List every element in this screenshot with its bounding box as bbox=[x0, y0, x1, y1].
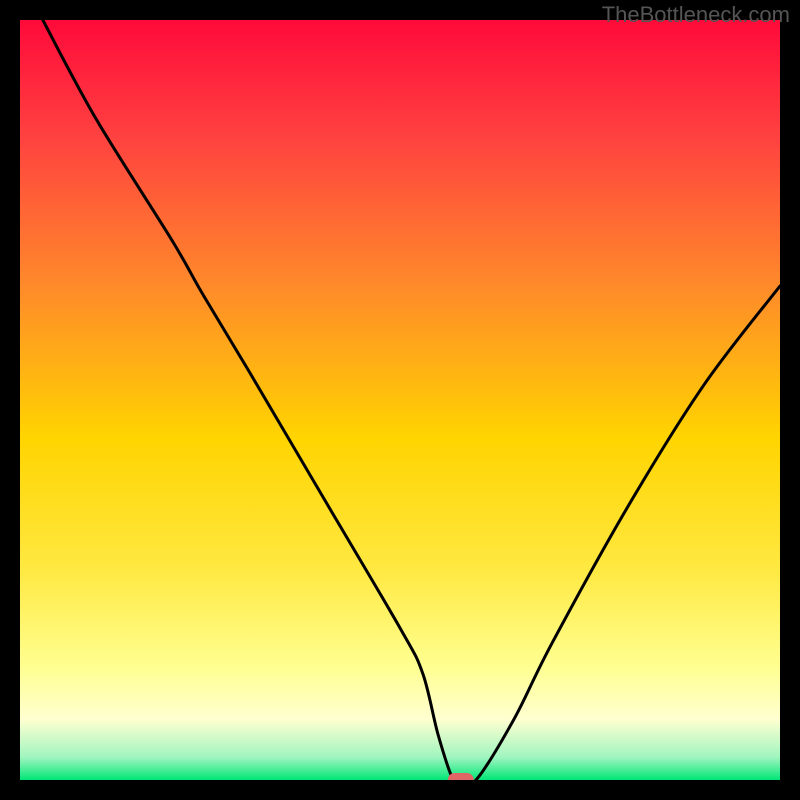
chart-background bbox=[20, 20, 780, 780]
bottleneck-chart bbox=[0, 0, 800, 800]
watermark-text: TheBottleneck.com bbox=[602, 2, 790, 28]
chart-container: TheBottleneck.com bbox=[0, 0, 800, 800]
